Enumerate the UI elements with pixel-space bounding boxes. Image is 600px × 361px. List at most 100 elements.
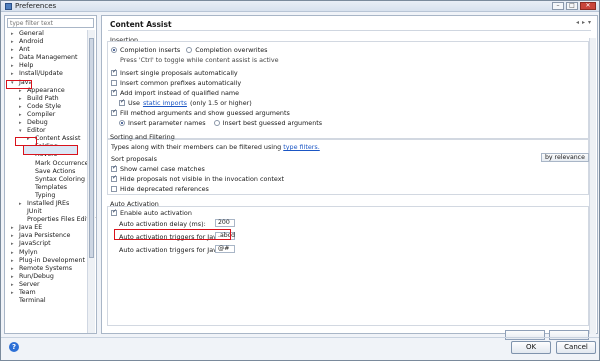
restore-defaults-button[interactable] <box>505 330 545 340</box>
tree-item-debug[interactable]: ▸ Debug <box>7 119 87 127</box>
tree-item-installed-jres[interactable]: ▸ Installed JREs <box>7 200 87 208</box>
hide-deprecated-row[interactable]: Hide deprecated references <box>111 185 209 193</box>
insert-common-prefixes-row[interactable]: Insert common prefixes automatically <box>111 79 241 87</box>
hide-not-visible-checkbox[interactable] <box>111 174 117 182</box>
delay-input[interactable]: 200 <box>215 219 235 227</box>
use-static-imports-row[interactable]: Use static imports (only 1.5 or higher) <box>119 98 252 107</box>
tree-item-save-actions[interactable]: Save Actions <box>7 168 87 176</box>
collapsed-chevron-icon[interactable]: ▸ <box>11 224 17 232</box>
collapsed-chevron-icon[interactable]: ▸ <box>11 38 17 46</box>
insert-common-prefixes-checkbox[interactable] <box>111 80 117 86</box>
tree-item-general[interactable]: ▸ General <box>7 30 87 38</box>
add-import-row[interactable]: Add import instead of qualified name <box>111 88 239 97</box>
collapsed-chevron-icon[interactable]: ▸ <box>11 249 17 257</box>
tree-item-typing[interactable]: Typing <box>7 192 87 200</box>
completion-overwrites-radio[interactable] <box>186 47 193 53</box>
tree-item-mylyn[interactable]: ▸ Mylyn <box>7 249 87 257</box>
collapsed-chevron-icon[interactable]: ▸ <box>19 200 25 208</box>
collapsed-chevron-icon[interactable]: ▸ <box>11 281 17 289</box>
type-filters-link[interactable]: type filters. <box>283 143 320 151</box>
tree-item-install-update[interactable]: ▸ Install/Update <box>7 70 87 78</box>
tree-scrollbar[interactable] <box>87 30 95 333</box>
show-camel-checkbox[interactable] <box>111 164 117 172</box>
tree-item-build-path[interactable]: ▸ Build Path <box>7 95 87 103</box>
tree-item-code-style[interactable]: ▸ Code Style <box>7 103 87 111</box>
forward-icon[interactable]: ▸ <box>582 19 585 26</box>
completion-inserts-radio[interactable] <box>111 47 117 53</box>
tree-item-remote-systems[interactable]: ▸ Remote Systems <box>7 265 87 273</box>
apply-button[interactable] <box>549 330 589 340</box>
tree-item-java-persistence[interactable]: ▸ Java Persistence <box>7 232 87 240</box>
tree-item-android[interactable]: ▸ Android <box>7 38 87 46</box>
tree-item-properties-files-editor[interactable]: Properties Files Editor <box>7 216 95 224</box>
tree-item-label: Content Assist <box>35 135 81 143</box>
tree-item-ant[interactable]: ▸ Ant <box>7 46 87 54</box>
show-camel-row[interactable]: Show camel case matches <box>111 164 205 173</box>
collapsed-chevron-icon[interactable]: ▸ <box>11 265 17 273</box>
collapsed-chevron-icon[interactable]: ▸ <box>11 62 17 70</box>
close-icon[interactable]: ✕ <box>580 2 596 10</box>
minimize-icon[interactable]: – <box>552 2 564 10</box>
collapsed-chevron-icon[interactable]: ▸ <box>19 111 25 119</box>
tree-scroll-thumb[interactable] <box>89 38 94 258</box>
hide-deprecated-label: Hide deprecated references <box>120 185 209 193</box>
collapsed-chevron-icon[interactable]: ▸ <box>19 103 25 111</box>
use-static-imports-checkbox[interactable] <box>119 98 125 106</box>
insert-param-names-label: Insert parameter names <box>128 119 206 127</box>
cancel-button[interactable]: Cancel <box>556 341 596 354</box>
tree-item-syntax-coloring[interactable]: Syntax Coloring <box>7 176 87 184</box>
collapsed-chevron-icon[interactable]: ▸ <box>11 289 17 297</box>
sort-proposals-select[interactable]: by relevance <box>541 153 589 162</box>
enable-auto-activation-checkbox[interactable] <box>111 208 117 216</box>
collapsed-chevron-icon[interactable]: ▸ <box>11 30 17 38</box>
tree-item-label: Ant <box>19 46 30 54</box>
collapsed-chevron-icon[interactable]: ▸ <box>11 232 17 240</box>
maximize-icon[interactable]: □ <box>566 2 578 10</box>
add-import-checkbox[interactable] <box>111 88 117 96</box>
tree-item-mark-occurrences[interactable]: Mark Occurrences <box>7 160 92 168</box>
collapsed-chevron-icon[interactable]: ▸ <box>11 46 17 54</box>
use-static-imports-prefix: Use <box>128 99 140 107</box>
static-imports-link[interactable]: static imports <box>143 99 187 107</box>
tree-item-data-management[interactable]: ▸ Data Management <box>7 54 87 62</box>
tree-item-terminal[interactable]: Terminal <box>7 297 87 305</box>
title-bar[interactable]: Preferences – □ ✕ <box>1 1 599 12</box>
tree-item-editor[interactable]: ▾ Editor <box>7 127 87 135</box>
tree-item-help[interactable]: ▸ Help <box>7 62 87 70</box>
tree-item-java-ee[interactable]: ▸ Java EE <box>7 224 87 232</box>
page-scrollbar[interactable] <box>589 38 596 334</box>
collapsed-chevron-icon[interactable]: ▸ <box>19 95 25 103</box>
enable-auto-activation-row[interactable]: Enable auto activation <box>111 208 192 217</box>
insert-single-row[interactable]: Insert single proposals automatically <box>111 68 238 77</box>
hide-deprecated-checkbox[interactable] <box>111 186 117 192</box>
tree-item-run-debug[interactable]: ▸ Run/Debug <box>7 273 87 281</box>
collapsed-chevron-icon[interactable]: ▸ <box>19 119 25 127</box>
tree-item-team[interactable]: ▸ Team <box>7 289 87 297</box>
collapsed-chevron-icon[interactable]: ▸ <box>11 240 17 248</box>
fill-method-args-row[interactable]: Fill method arguments and show guessed a… <box>111 108 290 117</box>
tree-item-javascript[interactable]: ▸ JavaScript <box>7 240 87 248</box>
tree-item-templates[interactable]: Templates <box>7 184 87 192</box>
tree-item-junit[interactable]: JUnit <box>7 208 87 216</box>
tree-item-plug-in-development[interactable]: ▸ Plug-in Development <box>7 257 87 265</box>
expanded-chevron-icon[interactable]: ▾ <box>19 127 25 135</box>
back-icon[interactable]: ◂ <box>576 19 579 26</box>
collapsed-chevron-icon[interactable]: ▸ <box>11 54 17 62</box>
hide-not-visible-row[interactable]: Hide proposals not visible in the invoca… <box>111 174 284 183</box>
tree-item-label: Remote Systems <box>19 264 73 272</box>
collapsed-chevron-icon[interactable]: ▸ <box>11 70 17 78</box>
ok-button[interactable]: OK <box>511 341 551 354</box>
menu-chevron-down-icon[interactable]: ▾ <box>588 19 591 26</box>
collapsed-chevron-icon[interactable]: ▸ <box>11 273 17 281</box>
fill-method-args-checkbox[interactable] <box>111 108 117 116</box>
tree-item-server[interactable]: ▸ Server <box>7 281 87 289</box>
triggers-javadoc-input[interactable]: @# <box>215 245 235 253</box>
collapsed-chevron-icon[interactable]: ▸ <box>11 257 17 265</box>
help-icon[interactable]: ? <box>9 342 19 352</box>
tree-item-compiler[interactable]: ▸ Compiler <box>7 111 87 119</box>
insert-param-names-radio[interactable] <box>119 120 125 126</box>
insert-best-guessed-radio[interactable] <box>213 120 220 126</box>
tree-item-label: General <box>19 30 44 37</box>
insert-single-checkbox[interactable] <box>111 68 117 76</box>
filter-input[interactable] <box>7 18 94 28</box>
